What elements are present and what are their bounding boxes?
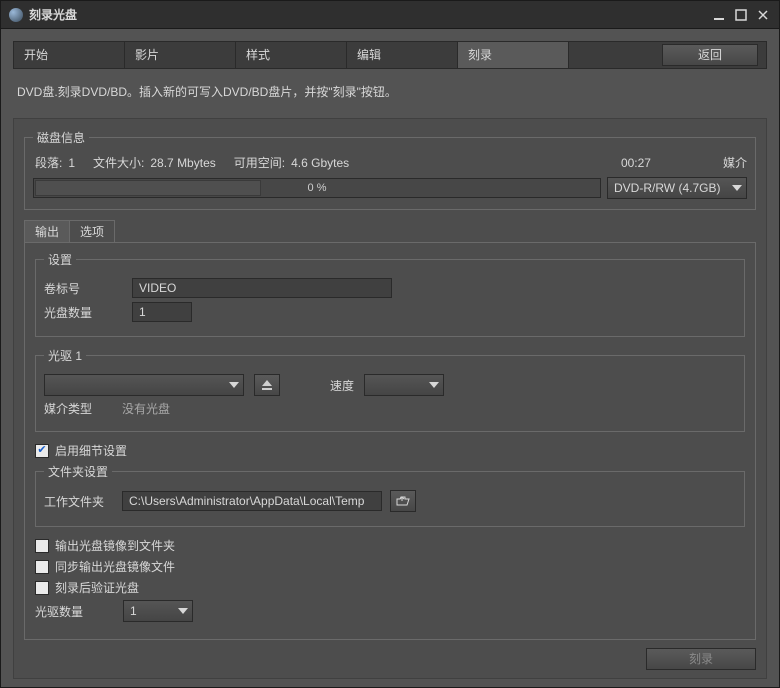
tab-burn[interactable]: 刻录 [458, 42, 569, 68]
eject-button[interactable] [254, 374, 280, 396]
settings-group: 设置 卷标号 VIDEO 光盘数量 1 [35, 251, 745, 337]
minimize-button[interactable] [711, 7, 727, 23]
checkbox-icon [35, 539, 49, 553]
drive-count-select[interactable]: 1 [123, 600, 193, 622]
workdir-label: 工作文件夹 [44, 493, 114, 510]
drive-select[interactable] [44, 374, 244, 396]
checkbox-icon [35, 444, 49, 458]
drive-legend: 光驱 1 [44, 347, 86, 364]
tab-edit[interactable]: 编辑 [347, 42, 458, 68]
tab-style[interactable]: 样式 [236, 42, 347, 68]
tab-start[interactable]: 开始 [14, 42, 125, 68]
volume-label: 卷标号 [44, 280, 124, 297]
media-select-value: DVD-R/RW (4.7GB) [614, 181, 728, 195]
speed-select[interactable] [364, 374, 444, 396]
return-area: 返回 [662, 42, 766, 68]
media-label: 媒介 [723, 154, 747, 171]
media-type-label: 媒介类型 [44, 400, 92, 417]
disc-progress-fill [35, 180, 261, 196]
enable-advanced-label: 启用细节设置 [55, 442, 127, 459]
folder-settings-legend: 文件夹设置 [44, 463, 112, 480]
burn-button[interactable]: 刻录 [646, 648, 756, 670]
content-area: 开始 影片 样式 编辑 刻录 返回 DVD盘.刻录DVD/BD。插入新的可写入D… [1, 29, 779, 687]
chevron-down-icon [178, 606, 188, 616]
duration-value: 00:27 [621, 156, 651, 170]
titlebar: 刻录光盘 [1, 1, 779, 29]
drive-group: 光驱 1 速度 [35, 347, 745, 432]
filesize-value: 28.7 Mbytes [150, 156, 215, 170]
subtab-output[interactable]: 输出 [24, 220, 70, 242]
drive-count-label: 光驱数量 [35, 603, 115, 620]
opt-output-image-folder[interactable]: 输出光盘镜像到文件夹 [35, 537, 745, 554]
chevron-down-icon [229, 380, 239, 390]
browse-button[interactable] [390, 490, 416, 512]
speed-label: 速度 [330, 377, 354, 394]
disc-info-legend: 磁盘信息 [33, 129, 89, 146]
footer: 刻录 [24, 640, 756, 670]
checkbox-icon [35, 560, 49, 574]
app-icon [9, 8, 23, 22]
freespace-value: 4.6 Gbytes [291, 156, 349, 170]
disc-progress: 0 % [33, 178, 601, 198]
workdir-input[interactable]: C:\Users\Administrator\AppData\Local\Tem… [122, 491, 382, 511]
disc-progress-text: 0 % [308, 182, 327, 194]
folder-open-icon [396, 495, 410, 507]
instruction-text: DVD盘.刻录DVD/BD。插入新的可写入DVD/BD盘片，并按"刻录"按钮。 [13, 69, 767, 118]
sub-panel: 设置 卷标号 VIDEO 光盘数量 1 光驱 1 [24, 242, 756, 640]
disc-info-group: 磁盘信息 段落: 1 文件大小: 28.7 Mbytes 可用空间: 4.6 G… [24, 129, 756, 210]
eject-icon [261, 379, 273, 391]
copies-input[interactable]: 1 [132, 302, 192, 322]
settings-legend: 设置 [44, 251, 76, 268]
maximize-button[interactable] [733, 7, 749, 23]
freespace-label: 可用空间: [234, 154, 285, 171]
chevron-down-icon [732, 183, 742, 193]
checkbox-icon [35, 581, 49, 595]
opt-sync-output-image[interactable]: 同步输出光盘镜像文件 [35, 558, 745, 575]
main-tabs: 开始 影片 样式 编辑 刻录 返回 [13, 41, 767, 69]
media-select[interactable]: DVD-R/RW (4.7GB) [607, 177, 747, 199]
window: 刻录光盘 开始 影片 样式 编辑 刻录 返回 DVD盘.刻录DVD/BD。插入新… [0, 0, 780, 688]
copies-label: 光盘数量 [44, 304, 124, 321]
tab-movie[interactable]: 影片 [125, 42, 236, 68]
chevron-down-icon [429, 380, 439, 390]
sub-tabs: 输出 选项 [24, 220, 756, 242]
media-type-value: 没有光盘 [122, 400, 170, 417]
subtab-options[interactable]: 选项 [69, 220, 115, 242]
close-button[interactable] [755, 7, 771, 23]
folder-settings-group: 文件夹设置 工作文件夹 C:\Users\Administrator\AppDa… [35, 463, 745, 527]
segments-label: 段落: [35, 154, 62, 171]
drive-count-value: 1 [130, 604, 174, 618]
return-button[interactable]: 返回 [662, 44, 758, 66]
opt-verify-after-burn[interactable]: 刻录后验证光盘 [35, 579, 745, 596]
window-title: 刻录光盘 [29, 6, 77, 23]
volume-input[interactable]: VIDEO [132, 278, 392, 298]
filesize-label: 文件大小: [93, 154, 144, 171]
enable-advanced-check[interactable]: 启用细节设置 [35, 442, 745, 459]
segments-value: 1 [68, 156, 75, 170]
main-panel: 磁盘信息 段落: 1 文件大小: 28.7 Mbytes 可用空间: 4.6 G… [13, 118, 767, 679]
